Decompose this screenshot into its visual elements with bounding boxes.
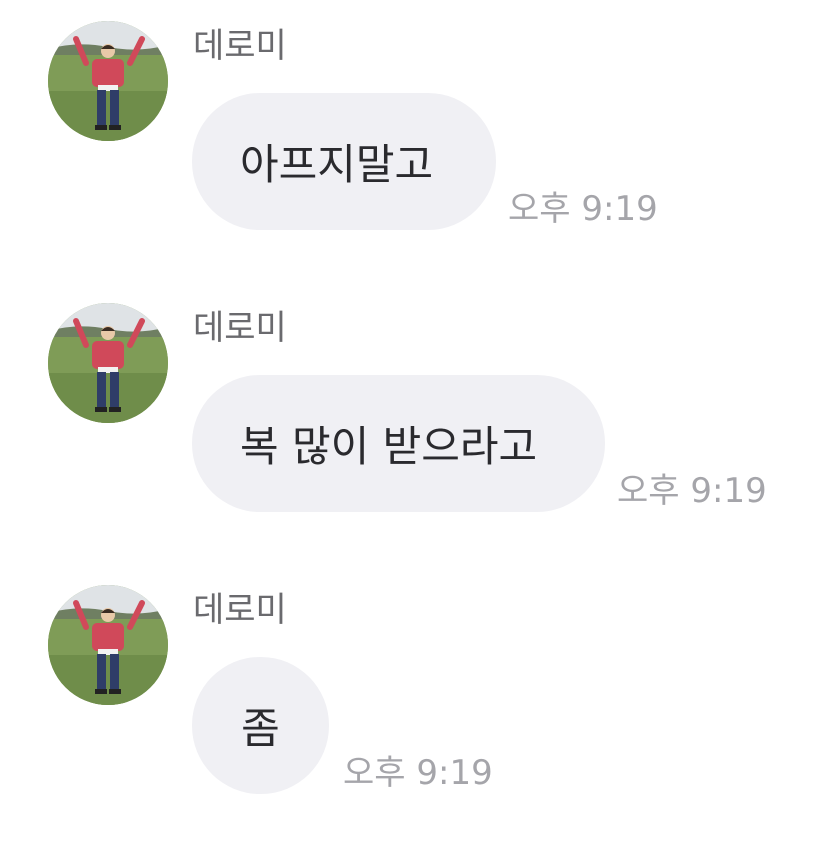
message-time: 오후 9:19: [508, 189, 658, 229]
avatar[interactable]: [48, 303, 168, 423]
sender-name: 데로미: [193, 26, 287, 66]
sender-name: 데로미: [193, 308, 287, 348]
profile-photo-icon: [48, 303, 168, 423]
profile-photo-icon: [48, 585, 168, 705]
avatar[interactable]: [48, 585, 168, 705]
profile-photo-icon: [48, 21, 168, 141]
message-bubble[interactable]: 복 많이 받으라고: [192, 375, 605, 512]
avatar[interactable]: [48, 21, 168, 141]
message-bubble[interactable]: 아프지말고: [192, 93, 496, 230]
message-time: 오후 9:19: [617, 471, 767, 511]
message-time: 오후 9:19: [343, 753, 493, 793]
sender-name: 데로미: [193, 590, 287, 630]
message-bubble[interactable]: 좀: [192, 657, 329, 794]
